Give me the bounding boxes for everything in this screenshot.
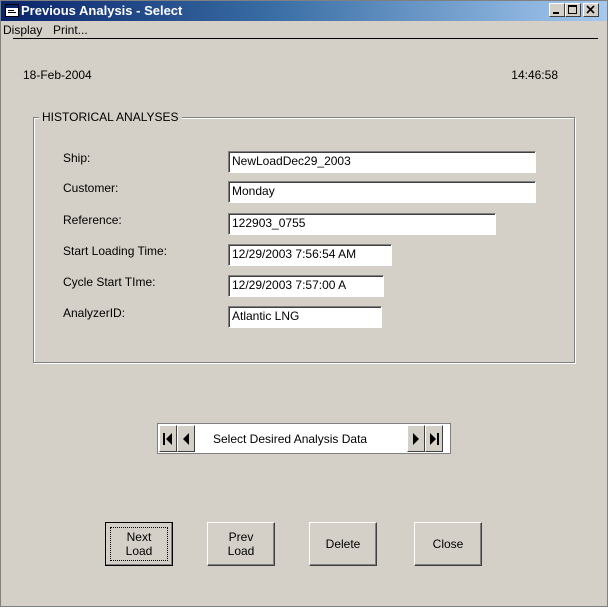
close-label: Close <box>432 537 464 551</box>
next-record-button[interactable] <box>407 425 425 452</box>
close-button[interactable]: Close <box>414 522 482 566</box>
title-bar[interactable]: Previous Analysis - Select <box>1 1 607 21</box>
header-divider <box>13 38 598 39</box>
delete-button[interactable]: Delete <box>309 522 377 566</box>
first-record-button[interactable] <box>159 425 177 452</box>
customer-field[interactable]: Monday <box>228 181 536 203</box>
delete-label: Delete <box>325 537 361 551</box>
next-load-button[interactable]: Next Load <box>105 522 173 566</box>
analyzer-id-label: AnalyzerID: <box>63 306 126 320</box>
app-window-icon[interactable] <box>5 4 19 17</box>
group-title: HISTORICAL ANALYSES <box>39 110 182 124</box>
cycle-start-time-label: Cycle Start TIme: <box>63 275 156 289</box>
navigator-label: Select Desired Analysis Data <box>213 432 368 446</box>
close-window-button[interactable] <box>583 3 599 17</box>
current-date: 18-Feb-2004 <box>23 68 92 82</box>
previous-analysis-window: Previous Analysis - Select Display Print… <box>0 0 608 607</box>
maximize-icon <box>568 5 577 14</box>
next-record-icon <box>413 433 419 445</box>
previous-record-button[interactable] <box>177 425 195 452</box>
current-time: 14:46:58 <box>511 68 558 82</box>
start-loading-time-field[interactable]: 12/29/2003 7:56:54 AM <box>228 244 392 266</box>
close-icon <box>586 5 595 14</box>
minimize-button[interactable] <box>549 3 565 17</box>
analyzer-id-field[interactable]: Atlantic LNG <box>228 306 382 328</box>
customer-label: Customer: <box>63 181 119 195</box>
menu-bar: Display Print... <box>1 21 607 39</box>
last-record-icon <box>430 433 439 445</box>
reference-label: Reference: <box>63 213 122 227</box>
ship-label: Ship: <box>63 151 91 165</box>
last-record-button[interactable] <box>425 425 443 452</box>
menu-display[interactable]: Display <box>3 23 42 37</box>
reference-field[interactable]: 122903_0755 <box>228 213 496 235</box>
maximize-button[interactable] <box>565 3 581 17</box>
next-load-label: Next Load <box>125 530 153 558</box>
menu-print[interactable]: Print... <box>53 23 88 37</box>
previous-record-icon <box>183 433 189 445</box>
prev-load-label: Prev Load <box>227 530 255 558</box>
minimize-icon <box>553 12 559 14</box>
first-record-icon <box>163 433 172 445</box>
window-title: Previous Analysis - Select <box>21 3 183 18</box>
prev-load-button[interactable]: Prev Load <box>207 522 275 566</box>
start-loading-time-label: Start Loading Time: <box>63 244 168 258</box>
analysis-data-navigator[interactable]: Select Desired Analysis Data <box>157 423 451 454</box>
ship-field[interactable]: NewLoadDec29_2003 <box>228 151 536 173</box>
cycle-start-time-field[interactable]: 12/29/2003 7:57:00 A <box>228 275 384 297</box>
